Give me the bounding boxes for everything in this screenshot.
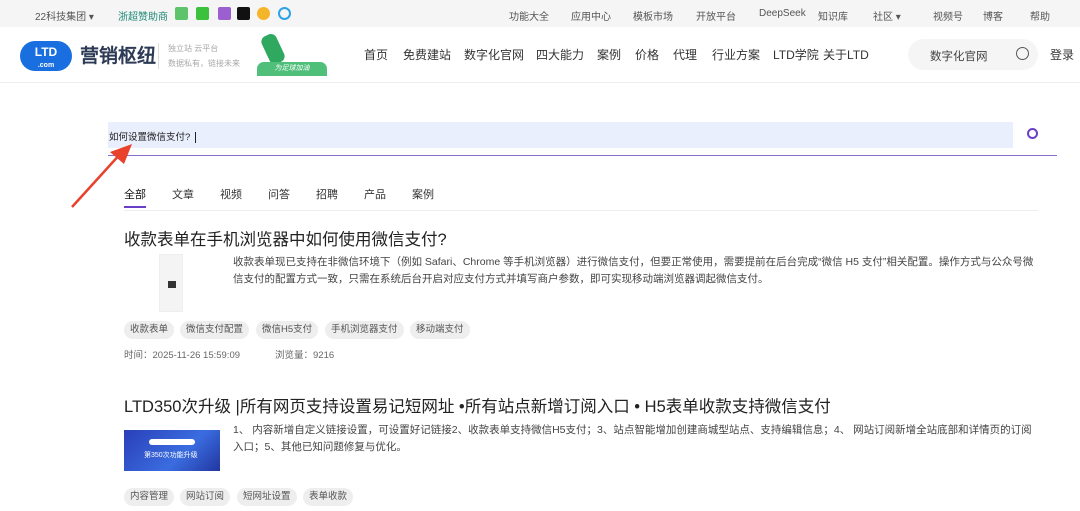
logo[interactable]: LTD .com [20, 41, 72, 71]
chat-icon[interactable] [278, 7, 291, 20]
wechat-icon[interactable] [196, 7, 209, 20]
result-views: 浏览量：9216 [275, 350, 335, 361]
search-icon[interactable] [1016, 47, 1029, 60]
header-search-input[interactable]: 数字化官网 [930, 48, 988, 64]
tag[interactable]: 微信H5支付 [256, 321, 319, 339]
link-features[interactable]: 功能大全 [509, 8, 549, 23]
miniprogram-icon[interactable] [175, 7, 188, 20]
nav-home[interactable]: 首页 [364, 46, 388, 63]
tag[interactable]: 收款表单 [124, 321, 175, 339]
link-help[interactable]: 帮助 [1030, 8, 1050, 23]
result-thumbnail[interactable] [159, 254, 183, 312]
link-community[interactable]: 社区 ▾ [873, 8, 901, 23]
nav-free-site[interactable]: 免费建站 [403, 46, 451, 63]
search-input[interactable]: 如何设置微信支付? [108, 122, 1013, 148]
search-submit-icon[interactable] [1027, 128, 1038, 139]
result-time: 时间：2025-11-26 15:59:09 [124, 350, 241, 361]
header: LTD .com 营销枢纽 独立站 云平台 数据私有，链接未来 为足球加油 首页 … [0, 27, 1080, 83]
nav-industry[interactable]: 行业方案 [712, 46, 760, 63]
top-bar: 22科技集团 ▾ 浙超赞助商 功能大全 应用中心 模板市场 开放平台 DeepS… [0, 0, 1080, 27]
result-title[interactable]: 收款表单在手机浏览器中如何使用微信支付? [124, 226, 447, 250]
link-blog[interactable]: 博客 [983, 8, 1003, 23]
link-knowledge[interactable]: 知识库 [818, 8, 848, 23]
result-title[interactable]: LTD350次升级 |所有网页支持设置易记短网址 •所有站点新增订阅入口 • H… [124, 393, 831, 417]
nav-capabilities[interactable]: 四大能力 [536, 46, 584, 63]
nav-pricing[interactable]: 价格 [635, 46, 659, 63]
ltd-icon[interactable] [218, 7, 231, 20]
tag[interactable]: 手机浏览器支付 [325, 321, 404, 339]
slogan: 数据私有，链接未来 [168, 59, 240, 68]
tab-all[interactable]: 全部 [124, 186, 146, 202]
link-apps[interactable]: 应用中心 [571, 8, 611, 23]
result-description: 1、 内容新增自定义链接设置，可设置好记链接2、收款表单支持微信H5支付；3、站… [233, 424, 1032, 453]
tiktok-icon[interactable] [237, 7, 250, 20]
tag[interactable]: 移动端支付 [410, 321, 470, 339]
football-banner[interactable]: 为足球加油 [245, 30, 330, 78]
slogan: 独立站 云平台 [168, 44, 219, 53]
logo-text: 营销枢纽 [80, 46, 157, 67]
group-dropdown[interactable]: 22科技集团 ▾ [35, 8, 94, 23]
login-link[interactable]: 登录 [1050, 46, 1074, 63]
tab-articles[interactable]: 文章 [172, 186, 194, 202]
link-open-platform[interactable]: 开放平台 [696, 8, 736, 23]
result-description: 收款表单现已支持在非微信环境下（例如 Safari、Chrome 等手机浏览器）… [233, 256, 1034, 285]
tab-jobs[interactable]: 招聘 [316, 186, 338, 202]
tag[interactable]: 表单收款 [303, 488, 354, 506]
link-video[interactable]: 视频号 [933, 8, 963, 23]
tag[interactable]: 网站订阅 [180, 488, 231, 506]
sponsor-link[interactable]: 浙超赞助商 [118, 8, 168, 23]
tab-videos[interactable]: 视频 [220, 186, 242, 202]
annotation-arrow-icon [71, 144, 132, 208]
nav-agent[interactable]: 代理 [673, 46, 697, 63]
result-thumbnail[interactable]: 第350次功能升级 [124, 430, 220, 471]
tag[interactable]: 短网址设置 [237, 488, 297, 506]
nav-academy[interactable]: LTD学院 [773, 46, 819, 63]
weibo-icon[interactable] [257, 7, 270, 20]
tag[interactable]: 微信支付配置 [180, 321, 250, 339]
nav-about[interactable]: 关于LTD [823, 46, 869, 63]
nav-digital-site[interactable]: 数字化官网 [464, 46, 524, 63]
tab-products[interactable]: 产品 [364, 186, 386, 202]
tag[interactable]: 内容管理 [124, 488, 175, 506]
link-templates[interactable]: 模板市场 [633, 8, 673, 23]
tab-qa[interactable]: 问答 [268, 186, 290, 202]
nav-cases[interactable]: 案例 [597, 46, 621, 63]
header-search[interactable]: 数字化官网 [908, 39, 1038, 70]
link-deepseek[interactable]: DeepSeek [759, 8, 806, 19]
tab-cases[interactable]: 案例 [412, 186, 434, 202]
